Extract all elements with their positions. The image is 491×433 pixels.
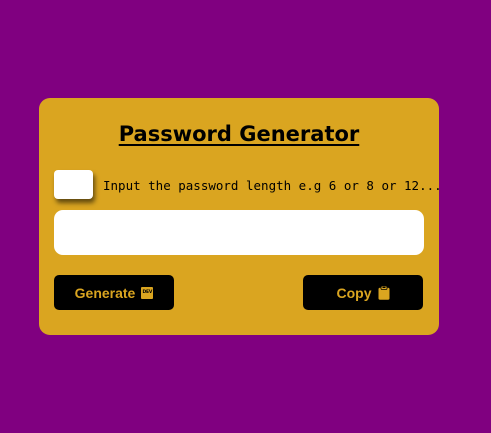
password-output-field[interactable] [54,210,424,255]
clipboard-icon [378,285,389,300]
generate-button-label: Generate [74,284,136,301]
password-length-label: Input the password length e.g 6 or 8 or … [103,178,442,193]
generator-card: Password Generator Input the password le… [39,98,442,335]
password-length-input[interactable] [54,170,93,199]
generate-button[interactable]: Generate DEV [54,275,174,310]
copy-button[interactable]: Copy [303,275,423,310]
dev-badge-icon: DEV [141,286,154,299]
page-title: Password Generator [118,122,360,146]
copy-button-label: Copy [336,284,372,301]
dev-badge-text: DEV [142,289,153,295]
